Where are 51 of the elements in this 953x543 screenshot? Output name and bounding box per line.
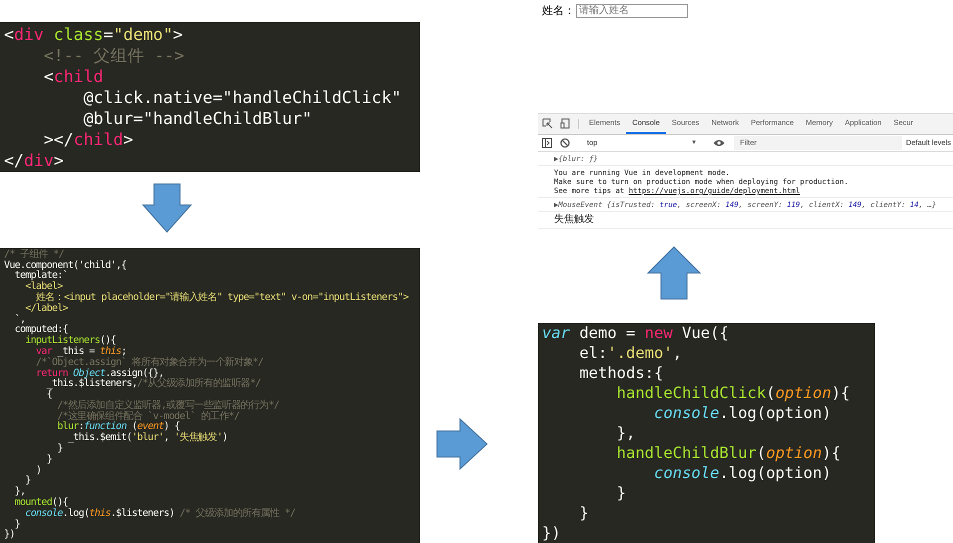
code-line: 姓名：<input placeholder="请输入姓名" type="text" v-on="inputListeners"> [34, 292, 408, 303]
block-arrow [647, 246, 701, 300]
code-line: } [56, 444, 63, 455]
code-line: /*`Object.assign` 将所有对象合并为一个新对象*/ [34, 358, 264, 368]
console-message: 失焦触发 [554, 214, 595, 226]
code-line: </div> [4, 150, 64, 170]
code-line: inputListeners(){ [24, 336, 116, 346]
code-line: mounted(){ [14, 498, 68, 508]
code-line: return Object.assign({}, [34, 368, 164, 378]
code-line: console.log(option) [652, 403, 832, 423]
code-line: template:` [14, 271, 68, 282]
code-line: handleChildBlur(option){ [616, 443, 841, 463]
code-line: console.log(this.$listeners) /* 父级添加的所有属性 */ [24, 508, 296, 520]
code-line: /*这里确保组件配合 `v-model` 的工作*/ [56, 412, 240, 422]
code-line: computed:{ [14, 325, 68, 336]
code-line: var demo = new Vue({ [542, 323, 729, 343]
block-arrow [142, 184, 192, 233]
code-line: methods:{ [578, 363, 664, 383]
code-line: }) [4, 530, 15, 542]
code-line: } [24, 476, 31, 488]
code-line: el:'.demo', [578, 343, 682, 363]
code-line: } [616, 483, 626, 503]
code-line: Vue.component('child',{ [4, 260, 126, 271]
code-line: <child [42, 66, 104, 86]
code-line: /*然后添加自定义监听器,或覆写一些监听器的行为*/ [56, 400, 280, 411]
name-input[interactable]: 请输入姓名 [576, 4, 688, 18]
code-line: ></child> [42, 128, 134, 150]
code-line: { [46, 390, 52, 401]
code-line: }, [616, 423, 636, 443]
code-line: <!-- 父组件 --> [42, 44, 184, 66]
code-line: } [14, 520, 20, 530]
name-label: 姓名： [542, 3, 575, 18]
code-line: }) [542, 523, 561, 543]
code-line: ) [34, 466, 42, 476]
code-line: } [578, 503, 589, 523]
code-line: handleChildClick(option){ [616, 383, 850, 403]
code-line: `, [14, 314, 26, 325]
code-line: @blur="handleChildBlur" [82, 108, 312, 128]
code-line: } [46, 454, 52, 466]
code-line: </label> [24, 304, 68, 315]
code-line: _this.$emit('blur', '失焦触发') [66, 433, 228, 444]
code-line: _this.$listeners,/*从父级添加所有的监听器*/ [46, 379, 261, 390]
code-line: console.log(option) [652, 463, 832, 483]
code-line: <div class="demo"> [4, 24, 183, 44]
block-arrow [436, 418, 488, 470]
code-line: /* 子组件 */ [4, 250, 64, 260]
code-line: blur:function (event) { [56, 422, 180, 432]
code-line: var _this = this; [34, 346, 126, 357]
code-line: <label> [24, 282, 63, 292]
code-line: }, [14, 487, 26, 498]
code-line: @click.native="handleChildClick" [82, 86, 402, 108]
